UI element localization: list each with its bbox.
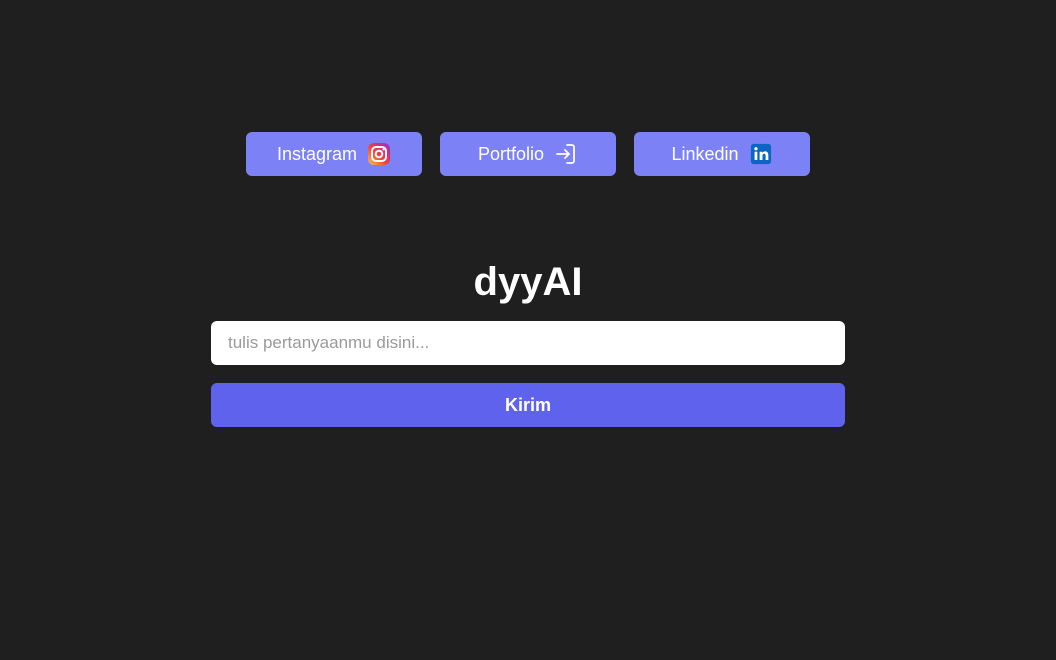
app-title: dyyAI — [473, 260, 583, 304]
submit-button[interactable]: Kirim — [211, 383, 845, 427]
question-input[interactable] — [211, 321, 845, 365]
instagram-icon — [367, 142, 391, 166]
instagram-label: Instagram — [276, 143, 358, 164]
linkedin-button[interactable]: Linkedin — [634, 132, 810, 176]
portfolio-label: Portfolio — [477, 143, 545, 164]
linkedin-icon — [749, 142, 773, 166]
portfolio-button[interactable]: Portfolio — [440, 132, 616, 176]
linkedin-label: Linkedin — [671, 143, 739, 164]
login-arrow-icon — [554, 142, 578, 166]
instagram-button[interactable]: Instagram — [246, 132, 422, 176]
social-links: Instagram Portfolio Linkedin — [0, 132, 1056, 176]
